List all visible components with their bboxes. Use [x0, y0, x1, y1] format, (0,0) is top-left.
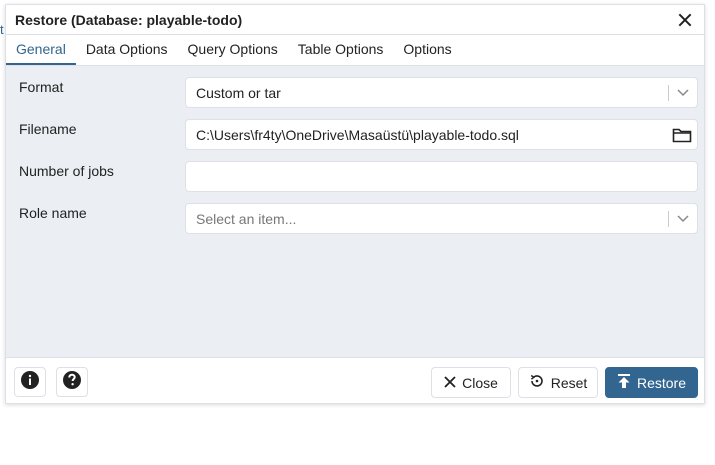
help-icon	[62, 370, 82, 395]
filename-value: C:\Users\fr4ty\OneDrive\Masaüstü\playabl…	[196, 126, 519, 143]
filename-row: Filename C:\Users\fr4ty\OneDrive\Masaüst…	[6, 119, 704, 151]
upload-icon	[617, 373, 631, 392]
info-button[interactable]	[14, 367, 46, 397]
tab-options[interactable]: Options	[393, 35, 461, 65]
jobs-row: Number of jobs	[6, 161, 704, 193]
format-label: Format	[19, 79, 64, 95]
filename-label: Filename	[19, 121, 77, 137]
general-panel: Format Custom or tar Filename C:\Users\f…	[6, 66, 704, 357]
tab-data-options[interactable]: Data Options	[76, 35, 178, 65]
role-row: Role name Select an item...	[6, 203, 704, 235]
format-value: Custom or tar	[196, 84, 281, 101]
tab-general[interactable]: General	[6, 35, 76, 65]
restore-button-label: Restore	[636, 374, 687, 391]
role-select[interactable]: Select an item...	[185, 203, 698, 234]
dialog-titlebar: Restore (Database: playable-todo)	[6, 5, 704, 35]
jobs-label: Number of jobs	[19, 163, 114, 179]
restore-dialog: Restore (Database: playable-todo) Genera…	[5, 4, 705, 404]
role-label: Role name	[19, 205, 87, 221]
reset-button-label: Reset	[550, 374, 588, 391]
restore-button[interactable]: Restore	[605, 367, 698, 398]
folder-icon[interactable]	[667, 127, 697, 143]
close-icon	[444, 375, 456, 391]
role-placeholder: Select an item...	[196, 210, 297, 227]
reset-button[interactable]: Reset	[518, 367, 598, 398]
tab-bar: General Data Options Query Options Table…	[6, 35, 704, 66]
jobs-input[interactable]	[185, 161, 698, 192]
filename-input[interactable]: C:\Users\fr4ty\OneDrive\Masaüstü\playabl…	[185, 119, 698, 150]
chevron-down-icon[interactable]	[669, 204, 697, 233]
dialog-title: Restore (Database: playable-todo)	[15, 11, 243, 28]
reset-icon	[529, 373, 545, 392]
info-icon	[20, 370, 40, 395]
close-button-label: Close	[462, 374, 498, 391]
close-button[interactable]: Close	[431, 367, 511, 398]
help-button[interactable]	[56, 367, 88, 397]
close-icon[interactable]	[678, 13, 692, 27]
tab-table-options[interactable]: Table Options	[288, 35, 394, 65]
chevron-down-icon[interactable]	[669, 78, 697, 107]
format-select[interactable]: Custom or tar	[185, 77, 698, 108]
dialog-footer: Close Reset Restore	[6, 357, 704, 403]
tab-query-options[interactable]: Query Options	[178, 35, 288, 65]
format-row: Format Custom or tar	[6, 77, 704, 109]
background-text-fragment: t	[0, 22, 4, 37]
